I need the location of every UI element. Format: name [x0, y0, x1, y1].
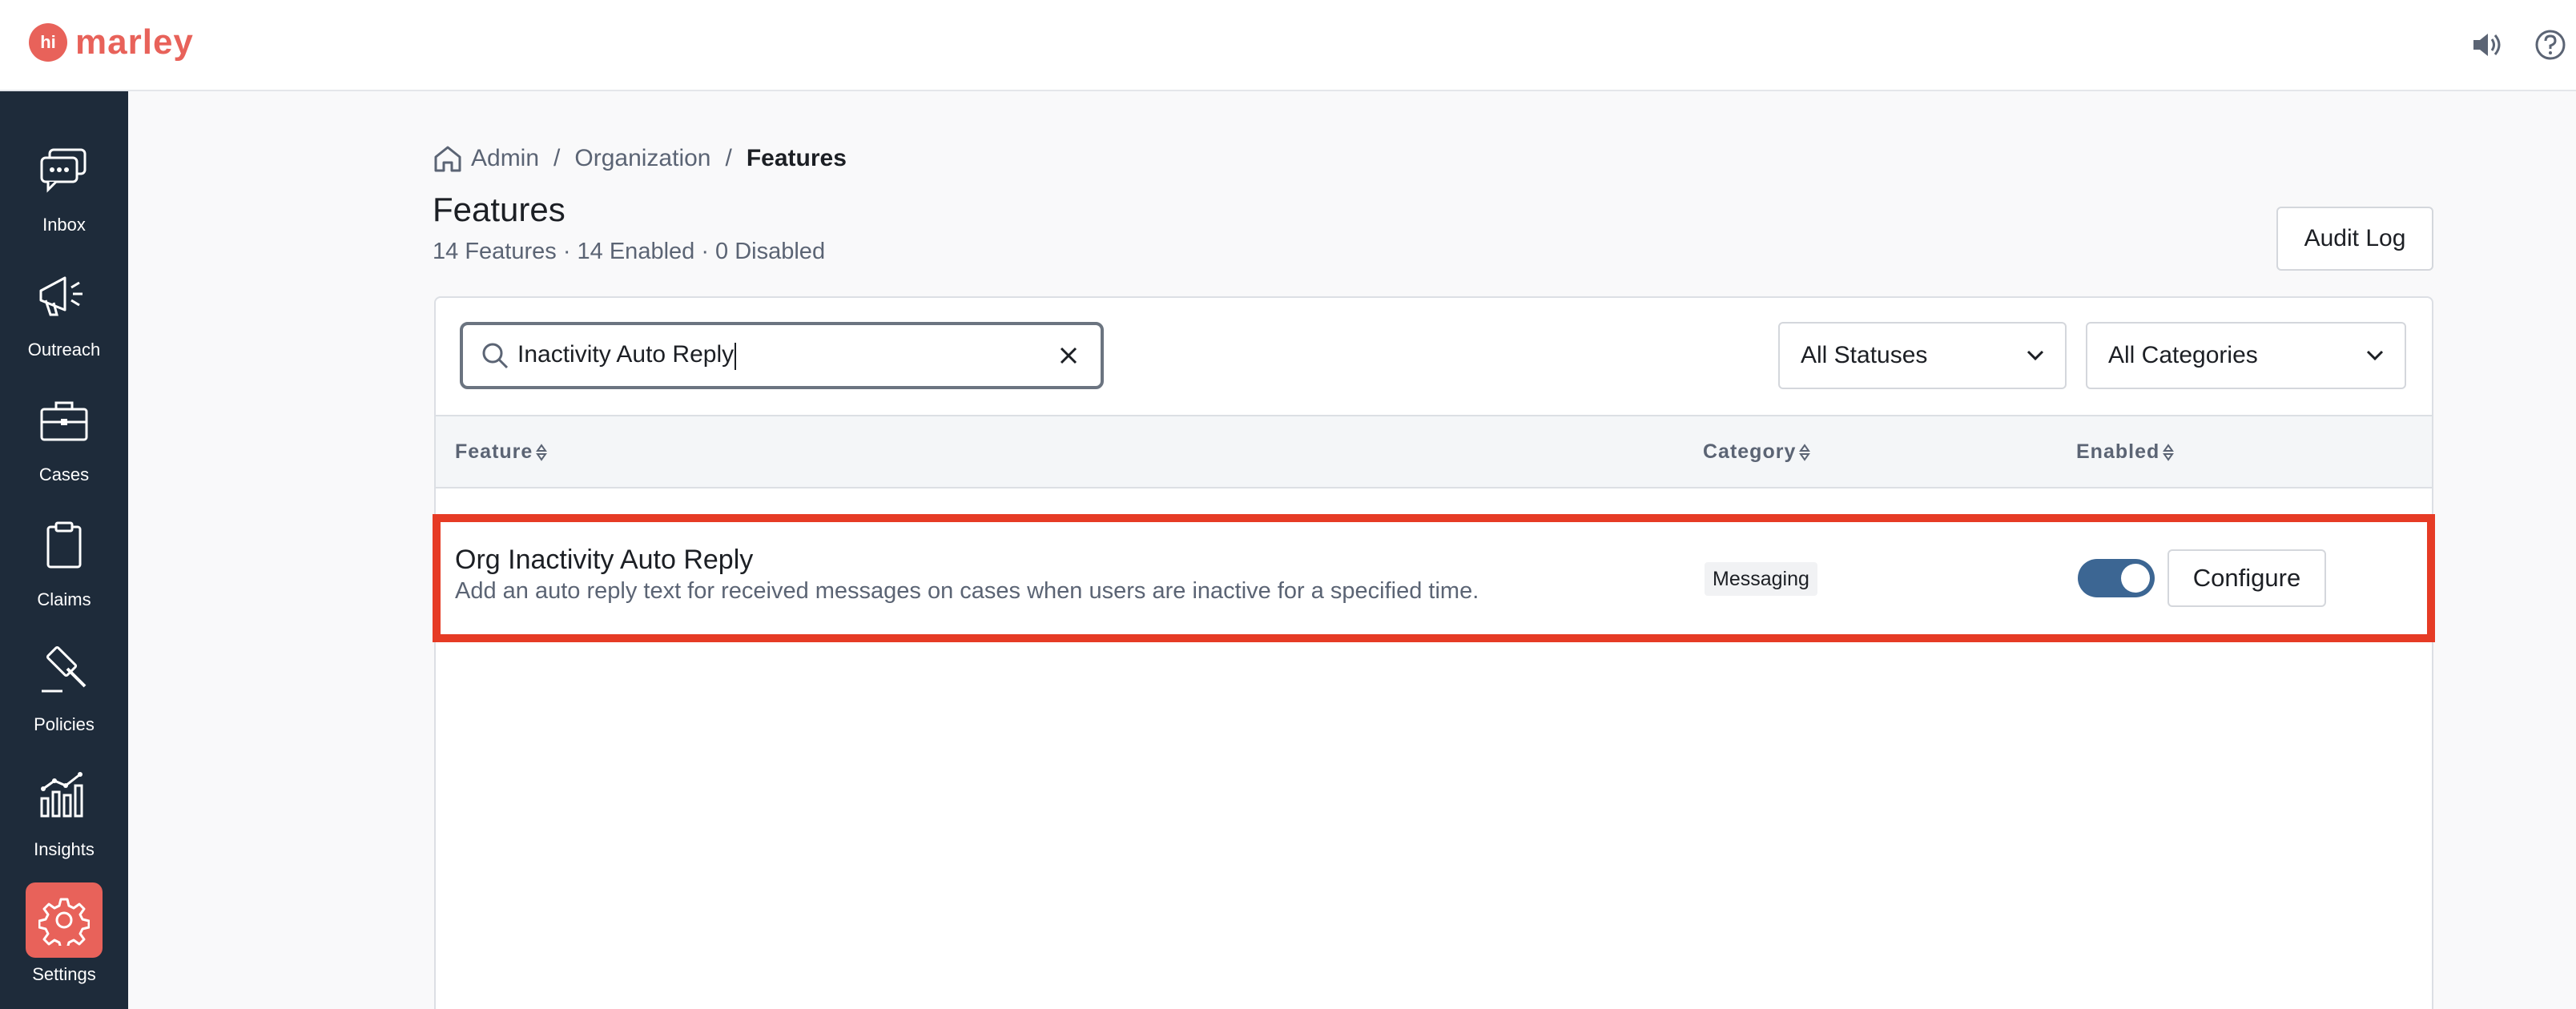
sort-icon [2163, 443, 2175, 462]
feature-name: Org Inactivity Auto Reply [455, 545, 754, 575]
status-filter-value: All Statuses [1801, 342, 1928, 368]
clear-search-icon[interactable] [1053, 340, 1085, 372]
help-icon[interactable] [2531, 26, 2570, 64]
sidebar-item-policies[interactable]: Policies [0, 623, 128, 735]
breadcrumb-separator: / [553, 145, 561, 171]
marley-logo[interactable]: hi marley [29, 22, 194, 62]
sidebar-item-label: Inbox [42, 215, 86, 235]
enabled-toggle[interactable] [2078, 559, 2155, 597]
page-subtitle: 14 Features · 14 Enabled · 0 Disabled [433, 239, 826, 264]
column-header-label: Feature [455, 440, 533, 463]
briefcase-icon [26, 383, 103, 458]
category-filter-value: All Categories [2108, 342, 2258, 368]
sidebar-item-label: Outreach [27, 340, 101, 360]
sidebar-item-label: Claims [37, 589, 91, 609]
clipboard-icon [26, 508, 103, 583]
speaker-icon[interactable] [2467, 26, 2506, 64]
feature-description: Add an auto reply text for received mess… [455, 578, 1479, 604]
sidebar-item-outreach[interactable]: Outreach [0, 248, 128, 360]
category-filter-select[interactable]: All Categories [2086, 322, 2406, 389]
column-header-label: Category [1703, 440, 1797, 463]
gavel-icon [26, 633, 103, 708]
chevron-down-icon [2366, 350, 2384, 361]
column-header-label: Enabled [2076, 440, 2160, 463]
home-icon[interactable] [433, 144, 463, 173]
breadcrumb-separator: / [725, 145, 732, 171]
chat-bubble-icon [26, 133, 103, 208]
search-input[interactable]: Inactivity Auto Reply [460, 322, 1104, 389]
category-badge: Messaging [1705, 562, 1817, 596]
breadcrumb-current: Features [746, 145, 847, 171]
toggle-knob [2121, 564, 2150, 593]
logo-badge: hi [29, 23, 67, 62]
status-filter-select[interactable]: All Statuses [1778, 322, 2067, 389]
sidebar-item-inbox[interactable]: Inbox [0, 123, 128, 235]
megaphone-icon [26, 258, 103, 333]
logo-text: marley [75, 22, 194, 62]
search-icon [479, 340, 511, 372]
sidebar-item-label: Cases [38, 464, 90, 484]
column-header-enabled[interactable]: Enabled [2076, 440, 2175, 464]
search-value[interactable]: Inactivity Auto Reply [517, 341, 1053, 369]
sidebar-item-label: Settings [32, 964, 96, 984]
column-header-feature[interactable]: Feature [455, 440, 548, 464]
configure-button[interactable]: Configure [2167, 549, 2326, 607]
sidebar-item-label: Policies [34, 714, 95, 734]
top-bar: hi marley [0, 0, 2576, 91]
sort-icon [1799, 443, 1811, 462]
sidebar-nav: Inbox Outreach Cases Claims Policies Ins… [0, 91, 128, 1009]
sidebar-item-cases[interactable]: Cases [0, 373, 128, 485]
breadcrumb-admin[interactable]: Admin [471, 145, 539, 172]
audit-log-button[interactable]: Audit Log [2276, 207, 2433, 271]
sort-icon [536, 443, 548, 462]
breadcrumb-organization[interactable]: Organization [574, 145, 710, 172]
bar-chart-icon [26, 758, 103, 833]
sidebar-item-settings[interactable]: Settings [0, 873, 128, 985]
sidebar-item-label: Insights [34, 839, 95, 859]
sidebar-item-insights[interactable]: Insights [0, 748, 128, 860]
features-panel [434, 296, 2433, 1009]
sidebar-item-claims[interactable]: Claims [0, 498, 128, 610]
page-title: Features [433, 191, 566, 228]
table-header: Feature Category Enabled [436, 415, 2432, 488]
column-header-category[interactable]: Category [1703, 440, 1811, 464]
gear-icon [26, 882, 103, 958]
breadcrumb: Admin / Organization / Features [433, 139, 847, 178]
chevron-down-icon [2027, 350, 2044, 361]
